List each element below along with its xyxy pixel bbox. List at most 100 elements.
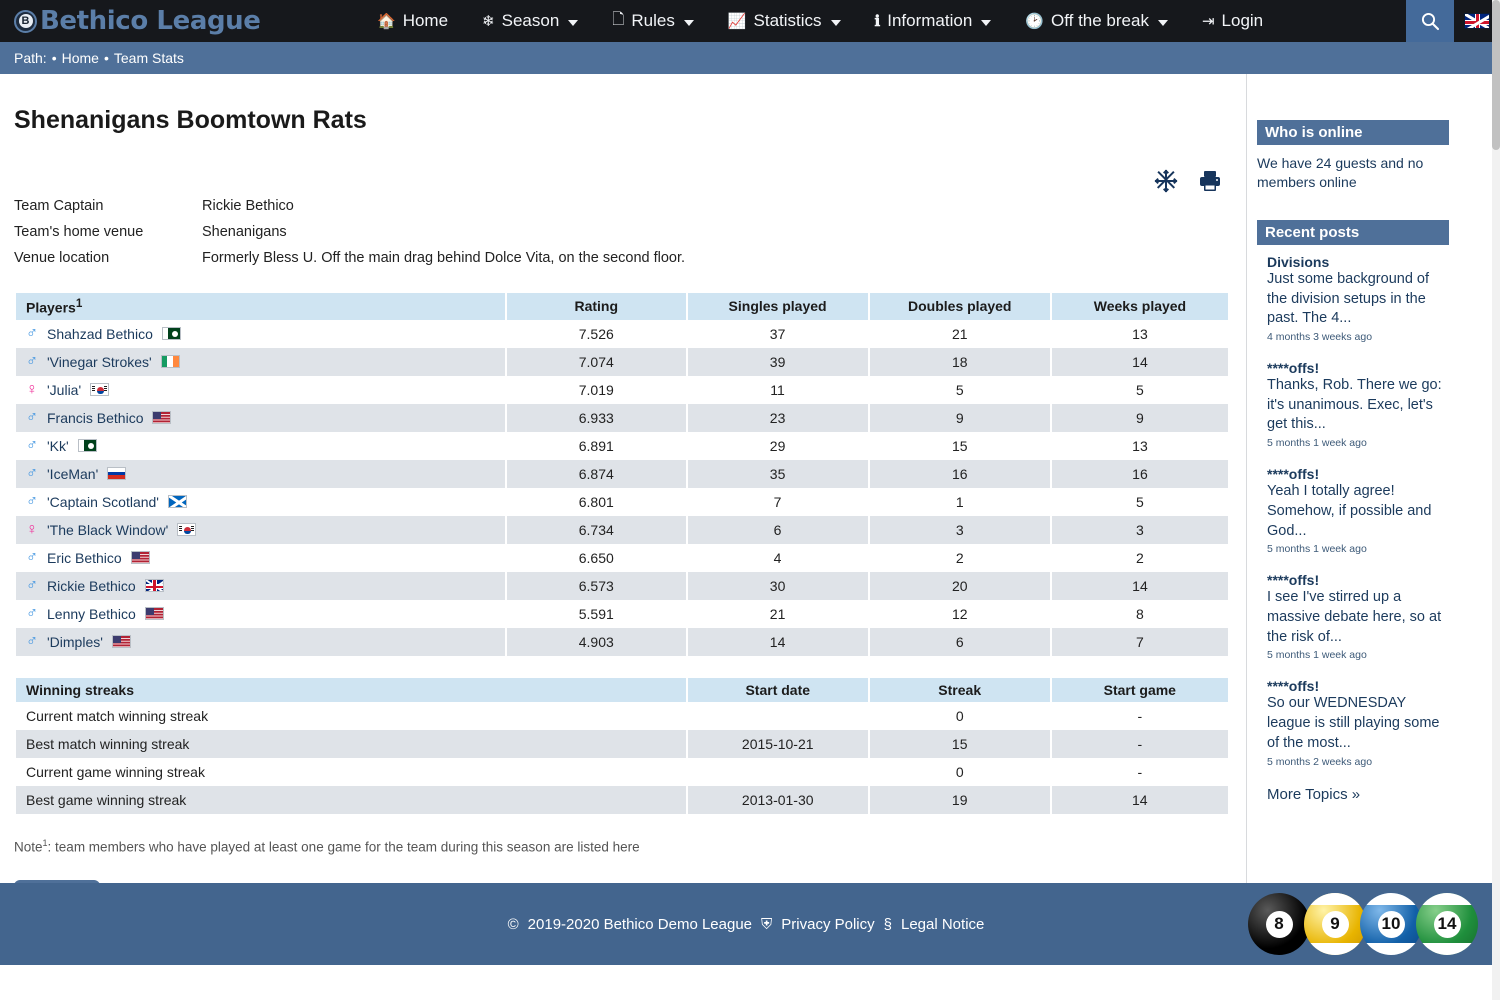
table-row[interactable]: ♂Shahzad Bethico7.526372113 [16, 320, 1228, 348]
recent-post-title[interactable]: ****offs! [1267, 360, 1447, 376]
snowflake-icon[interactable] [1152, 167, 1180, 195]
player-singles-played: 21 [688, 600, 868, 628]
recent-posts-list: DivisionsJust some background of the div… [1257, 254, 1500, 768]
table-row: Current game winning streak0- [16, 758, 1228, 786]
scrollbar-thumb[interactable] [1492, 0, 1500, 150]
search-button[interactable] [1406, 0, 1454, 42]
uk-flag-icon [1464, 13, 1490, 29]
player-name-group[interactable]: ♂'Vinegar Strokes' [26, 354, 495, 370]
player-name-group[interactable]: ♂Francis Bethico [26, 410, 495, 426]
who-is-online-text: We have 24 guests and no members online [1257, 154, 1447, 192]
nav-item-login[interactable]: ⇥ Login [1185, 0, 1280, 42]
table-row[interactable]: ♀'Julia'7.0191155 [16, 376, 1228, 404]
south-korea-flag [90, 383, 109, 396]
nav-item-home[interactable]: 🏠 Home [360, 0, 465, 42]
info-icon: ℹ [875, 12, 881, 30]
nav-item-off-the-break[interactable]: 🕑 Off the break [1008, 0, 1185, 42]
recent-posts-title: Recent posts [1257, 220, 1449, 245]
player-singles-played: 11 [688, 376, 868, 404]
breadcrumb-item-home[interactable]: Home [62, 50, 99, 66]
player-weeks-played: 14 [1052, 348, 1228, 376]
column-header-rating[interactable]: Rating [507, 293, 686, 320]
header-superscript: 1 [76, 297, 82, 310]
player-name-group[interactable]: ♂Shahzad Bethico [26, 326, 495, 342]
player-name-group[interactable]: ♂Eric Bethico [26, 550, 495, 566]
male-icon: ♂ [26, 410, 38, 426]
content-column: Shenanigans Boomtown Rats [0, 74, 1246, 883]
nav-item-rules[interactable]: 🗋 Rules [595, 0, 711, 42]
table-row[interactable]: ♂'Vinegar Strokes'7.074391814 [16, 348, 1228, 376]
player-weeks-played: 14 [1052, 572, 1228, 600]
column-header-players[interactable]: Players1 [16, 293, 505, 320]
pakistan-flag [78, 439, 97, 452]
male-icon: ♂ [26, 326, 38, 342]
recent-post-item[interactable]: ****offs!Yeah I totally agree! Somehow, … [1257, 466, 1447, 555]
female-icon: ♀ [26, 382, 38, 398]
table-row[interactable]: ♂Lenny Bethico5.59121128 [16, 600, 1228, 628]
nav-items: 🏠 Home ❄ Season 🗋 Rules 📈 Statistics ℹ I… [360, 0, 1406, 42]
player-weeks-played: 3 [1052, 516, 1228, 544]
column-header-winning-streaks: Winning streaks [16, 678, 686, 702]
player-name-group[interactable]: ♂'Kk' [26, 438, 495, 454]
streak-start-game: 14 [1052, 786, 1228, 814]
streak-value: 0 [870, 702, 1050, 730]
column-header-doubles-played[interactable]: Doubles played [870, 293, 1050, 320]
player-name-group[interactable]: ♂Rickie Bethico [26, 578, 495, 594]
male-icon: ♂ [26, 550, 38, 566]
player-name: 'Julia' [47, 382, 81, 398]
nav-item-statistics[interactable]: 📈 Statistics [711, 0, 858, 42]
player-doubles-played: 15 [870, 432, 1050, 460]
column-header-singles-played[interactable]: Singles played [688, 293, 868, 320]
player-name-group[interactable]: ♂'Captain Scotland' [26, 494, 495, 510]
male-icon: ♂ [26, 466, 38, 482]
footnote: Note1: team members who have played at l… [14, 838, 1232, 855]
recent-post-title[interactable]: ****offs! [1267, 678, 1447, 694]
players-table-body: ♂Shahzad Bethico7.526372113♂'Vinegar Str… [16, 320, 1228, 656]
table-row[interactable]: ♂Francis Bethico6.9332399 [16, 404, 1228, 432]
table-row: Current match winning streak0- [16, 702, 1228, 730]
page-scrollbar[interactable]: ▲ [1492, 0, 1500, 1000]
player-cell: ♂'Kk' [16, 432, 505, 460]
table-row[interactable]: ♂Rickie Bethico6.573302014 [16, 572, 1228, 600]
recent-post-item[interactable]: ****offs!Thanks, Rob. There we go: it's … [1257, 360, 1447, 449]
table-row[interactable]: ♂'Captain Scotland'6.801715 [16, 488, 1228, 516]
table-row[interactable]: ♂Eric Bethico6.650422 [16, 544, 1228, 572]
nav-item-information[interactable]: ℹ Information [858, 0, 1009, 42]
snowflake-icon: ❄ [482, 12, 495, 30]
player-doubles-played: 3 [870, 516, 1050, 544]
player-name-group[interactable]: ♂Lenny Bethico [26, 606, 495, 622]
pool-ball-9: 9 [1304, 893, 1366, 955]
team-info-row: Team Captain Rickie Bethico [14, 193, 1232, 219]
streak-value: 15 [870, 730, 1050, 758]
player-name-group[interactable]: ♀'The Black Window' [26, 522, 495, 538]
table-row[interactable]: ♂'IceMan'6.874351616 [16, 460, 1228, 488]
player-name-group[interactable]: ♂'Dimples' [26, 634, 495, 650]
table-row[interactable]: ♀'The Black Window'6.734633 [16, 516, 1228, 544]
player-singles-played: 35 [688, 460, 868, 488]
recent-post-item[interactable]: ****offs!I see I've stirred up a massive… [1257, 572, 1447, 661]
table-row[interactable]: ♂'Kk'6.891291513 [16, 432, 1228, 460]
breadcrumb-item-team-stats[interactable]: Team Stats [114, 50, 184, 66]
more-topics-link[interactable]: More Topics » [1257, 786, 1500, 803]
who-is-online-title: Who is online [1257, 120, 1449, 145]
brand-logo[interactable]: B Bethico League [0, 0, 360, 42]
recent-post-item[interactable]: ****offs!So our WEDNESDAY league is stil… [1257, 678, 1447, 767]
nav-item-season[interactable]: ❄ Season [465, 0, 595, 42]
table-row[interactable]: ♂'Dimples'4.9031467 [16, 628, 1228, 656]
recent-post-date: 5 months 2 weeks ago [1267, 756, 1447, 768]
recent-post-title[interactable]: ****offs! [1267, 466, 1447, 482]
column-header-weeks-played[interactable]: Weeks played [1052, 293, 1228, 320]
player-rating: 5.591 [507, 600, 686, 628]
recent-post-title[interactable]: Divisions [1267, 254, 1447, 270]
player-name-group[interactable]: ♂'IceMan' [26, 466, 495, 482]
recent-post-item[interactable]: DivisionsJust some background of the div… [1257, 254, 1447, 343]
print-icon[interactable] [1196, 167, 1224, 195]
page-title: Shenanigans Boomtown Rats [14, 106, 1232, 135]
recent-post-title[interactable]: ****offs! [1267, 572, 1447, 588]
legal-notice-link[interactable]: Legal Notice [901, 916, 984, 933]
player-name-group[interactable]: ♀ 'Julia' [26, 382, 495, 398]
breadcrumb: Path: • Home • Team Stats [0, 42, 1500, 74]
streak-start-date: 2013-01-30 [688, 786, 868, 814]
privacy-policy-link[interactable]: Privacy Policy [781, 916, 874, 933]
home-icon: 🏠 [377, 12, 396, 30]
